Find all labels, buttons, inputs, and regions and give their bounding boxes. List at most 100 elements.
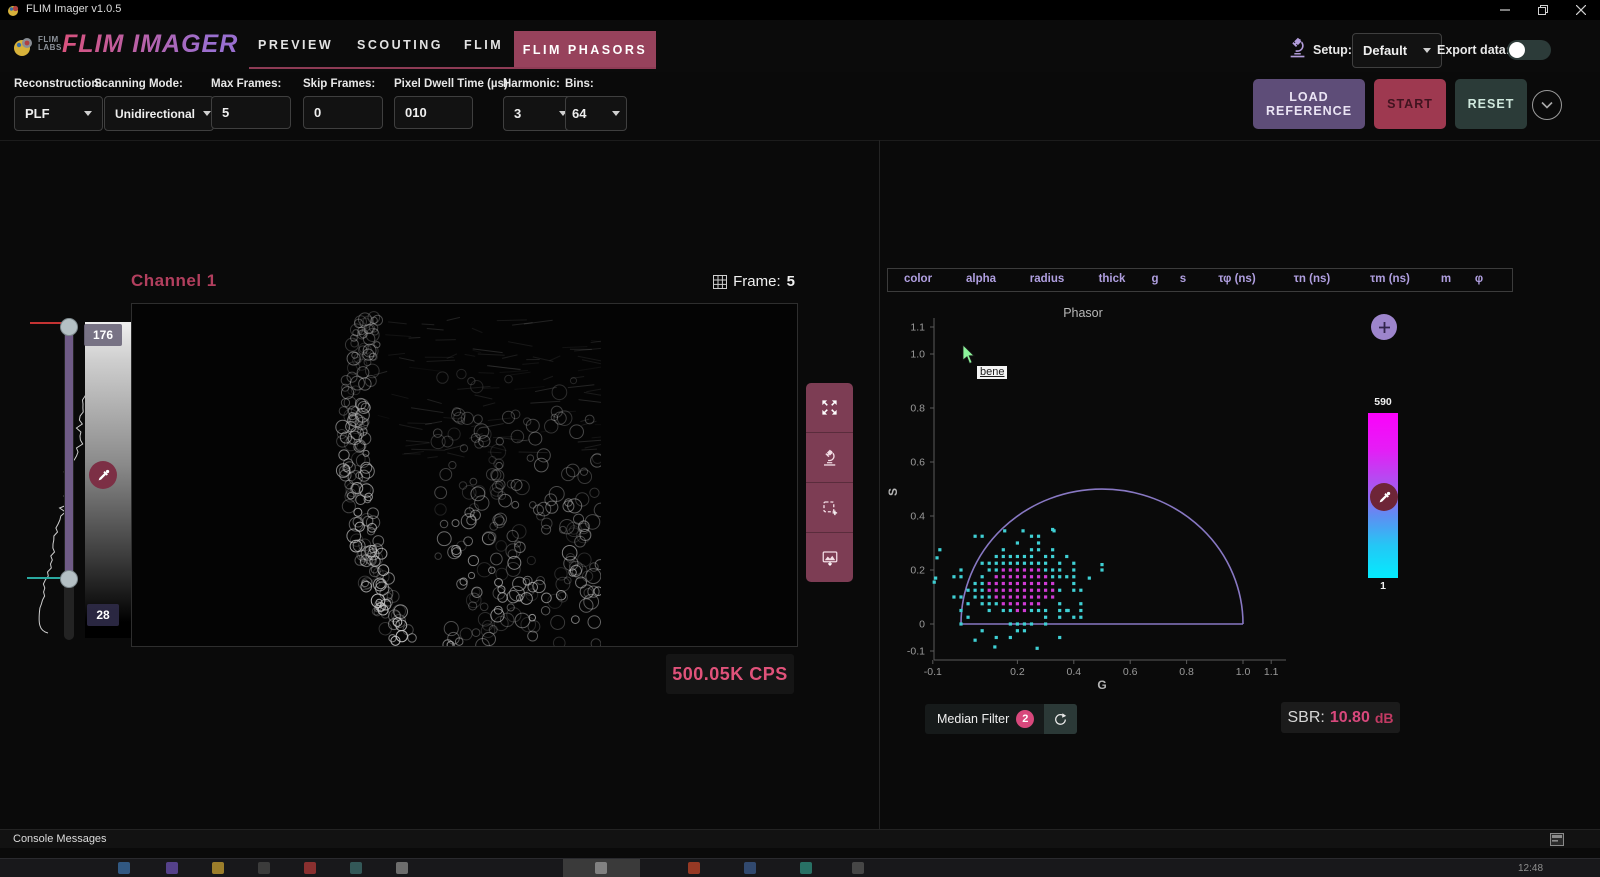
eyedropper-button[interactable] [89,461,117,489]
col-s[interactable]: s [1180,273,1186,285]
export-image-button[interactable] [806,533,853,582]
svg-text:0: 0 [919,619,925,631]
svg-text:0.8: 0.8 [1179,666,1194,678]
minimize-button[interactable] [1488,0,1522,20]
level-slider-range [65,328,73,581]
tab-scouting[interactable]: SCOUTING [357,38,443,52]
median-filter-control: Median Filter 2 [925,704,1077,734]
level-min-chip: 28 [87,604,119,626]
taskbar-icon[interactable] [258,862,270,874]
level-slider-track[interactable] [64,318,74,640]
crop-add-icon [821,499,839,517]
cursor-arrow-icon [962,345,976,365]
channel-title: Channel 1 [131,271,217,291]
median-filter-badge: 2 [1016,710,1034,728]
setup-select[interactable]: Default [1352,33,1442,68]
col-alpha[interactable]: alpha [966,273,996,285]
level-slider-lower-handle[interactable] [60,570,78,588]
setup-value: Default [1363,43,1407,58]
svg-text:0.2: 0.2 [910,565,925,577]
select-region-button[interactable] [806,483,853,533]
app-window: FLIM Imager v1.0.5 FLIM LABS FLIM IMAGER… [0,0,1600,877]
taskbar-active-app[interactable] [563,859,640,877]
tab-flim-phasors[interactable]: FLIM PHASORS [514,31,656,68]
colorbar-max-label: 590 [1368,396,1398,408]
colorbar-eyedropper-button[interactable] [1370,483,1398,511]
pixel-dwell-label: Pixel Dwell Time (µs): [394,78,512,90]
skip-frames-input[interactable] [303,96,383,129]
console-messages-label: Console Messages [13,833,107,845]
setup-label: Setup: [1313,43,1352,57]
arrows-out-icon [820,398,839,417]
os-title-bar: FLIM Imager v1.0.5 [0,0,1600,20]
col-tau-phi[interactable]: τφ (ns) [1218,273,1255,285]
load-reference-button[interactable]: LOAD REFERENCE [1253,79,1365,129]
col-m[interactable]: m [1441,273,1451,285]
calibration-button[interactable] [806,433,853,483]
taskbar-icon[interactable] [166,862,178,874]
export-data-toggle[interactable] [1507,40,1551,60]
taskbar-icon[interactable] [304,862,316,874]
console-icon[interactable] [1550,833,1564,846]
maximize-button[interactable] [1526,0,1560,20]
taskbar-icon[interactable] [118,862,130,874]
scanning-mode-label: Scanning Mode: [94,78,183,90]
reconstruction-label: Reconstruction: [14,78,102,90]
app-icon [7,4,20,17]
max-frames-input[interactable] [211,96,291,129]
col-thick[interactable]: thick [1099,273,1126,285]
col-tau-m[interactable]: τm (ns) [1370,273,1410,285]
start-button[interactable]: START [1374,79,1446,129]
svg-text:1.0: 1.0 [1236,666,1251,678]
taskbar-clock: 12:48 [1518,863,1543,874]
microscopy-image [132,304,797,646]
col-phi[interactable]: φ [1475,273,1483,285]
median-filter-reset-button[interactable] [1044,704,1077,734]
taskbar-icon[interactable] [852,862,864,874]
scanning-mode-select[interactable]: Unidirectional [104,96,214,131]
microscopy-image-viewport[interactable] [131,303,798,647]
flim-labs-logo-icon [12,34,36,58]
bins-select[interactable]: 64 [565,96,627,131]
chevron-down-icon [1541,101,1553,109]
expand-controls-button[interactable] [1532,90,1562,120]
reconstruction-select[interactable]: PLF [14,96,103,131]
add-cluster-button[interactable] [1371,314,1397,340]
refresh-icon [1053,712,1068,727]
console-messages-bar[interactable]: Console Messages [0,829,1600,848]
taskbar-icon[interactable] [212,862,224,874]
col-g[interactable]: g [1151,273,1158,285]
os-taskbar[interactable]: 12:48 [0,858,1600,877]
microscope-icon [1287,36,1309,60]
level-max-chip: 176 [84,324,122,346]
tab-preview[interactable]: PREVIEW [258,38,333,52]
minimize-icon [1500,5,1510,15]
svg-text:0.8: 0.8 [910,403,925,415]
svg-text:1.0: 1.0 [910,349,925,361]
close-button[interactable] [1564,0,1598,20]
max-frames-label: Max Frames: [211,78,281,90]
col-radius[interactable]: radius [1030,273,1065,285]
col-tau-n[interactable]: τn (ns) [1294,273,1330,285]
pixel-dwell-input[interactable] [394,96,473,129]
taskbar-icon[interactable] [800,862,812,874]
phasor-plot[interactable]: -0.10.20.40.60.81.01.1-0.100.20.40.60.81… [880,300,1340,700]
taskbar-icon[interactable] [396,862,408,874]
svg-text:G: G [1097,678,1106,692]
taskbar-icon[interactable] [688,862,700,874]
window-title: FLIM Imager v1.0.5 [26,3,121,15]
level-slider-upper-handle[interactable] [60,318,78,336]
taskbar-icon[interactable] [350,862,362,874]
caret-down-icon [1423,48,1431,53]
col-color[interactable]: color [904,273,932,285]
taskbar-icon[interactable] [744,862,756,874]
eyedropper-icon [97,469,110,482]
median-filter-button[interactable]: Median Filter 2 [925,704,1044,734]
fit-view-button[interactable] [806,383,853,433]
tab-flim[interactable]: FLIM [464,38,503,52]
sbr-unit: dB [1375,710,1394,726]
header-divider [0,140,1600,141]
phasor-settings-table-header: color alpha radius thick g s τφ (ns) τn … [887,268,1513,292]
reset-button[interactable]: RESET [1455,79,1527,129]
frame-label: Frame: [733,273,781,290]
